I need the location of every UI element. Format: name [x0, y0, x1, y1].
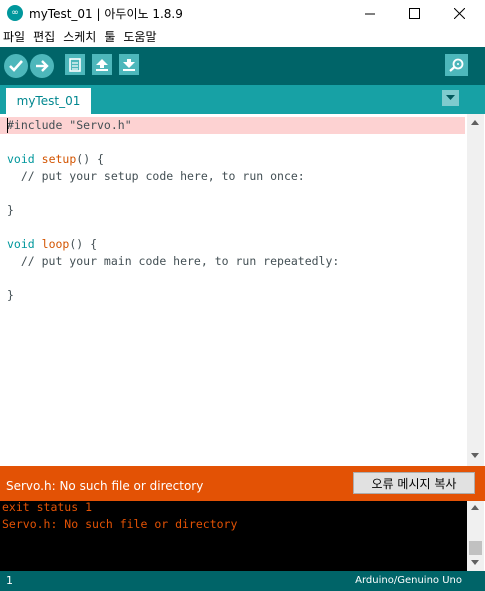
save-button[interactable]	[119, 54, 139, 75]
code-line-9: // put your main code here, to run repea…	[7, 254, 340, 268]
keyword: void	[7, 237, 35, 251]
code-line-4: // put your setup code here, to run once…	[7, 169, 305, 183]
maximize-icon	[408, 7, 420, 19]
toolbar	[0, 47, 485, 85]
menu-edit[interactable]: 편집	[30, 28, 60, 45]
status-bar: 1 Arduino/Genuino Uno	[0, 571, 485, 591]
maximize-button[interactable]	[391, 0, 437, 26]
title-bar: ∞ myTest_01 | 아두이노 1.8.9	[0, 0, 485, 26]
board-name: Arduino/Genuino Uno	[355, 575, 462, 586]
text-caret	[7, 118, 8, 133]
code-line-6: }	[7, 203, 14, 217]
keyword: void	[7, 152, 35, 166]
menu-sketch[interactable]: 스케치	[60, 28, 101, 45]
error-bar: Servo.h: No such file or directory 오류 메시…	[0, 466, 485, 501]
code-line-3: void setup() {	[7, 151, 104, 168]
console-line-2: Servo.h: No such file or directory	[2, 517, 238, 531]
function-name: setup	[41, 152, 77, 166]
menu-help[interactable]: 도움말	[120, 28, 161, 45]
copy-error-button[interactable]: 오류 메시지 복사	[353, 472, 475, 494]
code-text: () {	[76, 152, 104, 166]
tab-menu-button[interactable]	[442, 90, 459, 106]
chevron-down-icon	[446, 95, 455, 100]
arrow-up-icon	[96, 58, 108, 71]
editor-scrollbar[interactable]	[467, 114, 484, 466]
tab-mytest-01[interactable]: myTest_01	[6, 88, 91, 114]
minimize-icon	[364, 13, 375, 14]
code-line-8: void loop() {	[7, 236, 97, 253]
arrow-right-icon	[36, 60, 49, 72]
arrow-down-icon	[123, 58, 135, 71]
scroll-down-arrow-icon[interactable]	[471, 453, 479, 458]
scroll-up-arrow-icon[interactable]	[471, 505, 479, 510]
console-line-1: exit status 1	[2, 500, 93, 514]
line-number: 1	[6, 574, 13, 587]
console-output[interactable]: exit status 1 Servo.h: No such file or d…	[0, 500, 467, 571]
console-scrollbar[interactable]	[467, 501, 484, 571]
verify-button[interactable]	[4, 54, 28, 78]
close-icon	[453, 7, 465, 19]
code-text: () {	[69, 237, 98, 251]
arduino-logo-icon: ∞	[7, 5, 23, 21]
close-button[interactable]	[436, 0, 482, 26]
scroll-down-arrow-icon[interactable]	[471, 560, 479, 565]
minimize-button[interactable]	[347, 0, 393, 26]
new-sketch-button[interactable]	[65, 54, 85, 75]
new-file-icon	[69, 57, 81, 72]
serial-monitor-button[interactable]	[445, 54, 468, 76]
window-title: myTest_01 | 아두이노 1.8.9	[29, 7, 183, 21]
menu-file[interactable]: 파일	[0, 28, 30, 45]
checkmark-icon	[9, 60, 23, 72]
tab-bar: myTest_01	[0, 85, 485, 114]
code-line-11: }	[7, 288, 14, 302]
open-button[interactable]	[92, 54, 112, 75]
error-message: Servo.h: No such file or directory	[6, 479, 204, 493]
scroll-up-arrow-icon[interactable]	[471, 120, 479, 125]
code-line-1: #include "Servo.h"	[7, 118, 132, 132]
menu-bar: 파일 편집 스케치 툴 도움말	[0, 26, 485, 47]
code-editor[interactable]: #include "Servo.h" void setup() { // put…	[0, 114, 467, 466]
copy-error-label: 오류 메시지 복사	[371, 476, 457, 491]
magnifier-icon	[448, 58, 463, 72]
menu-tools[interactable]: 툴	[101, 28, 120, 45]
function-name: loop	[41, 237, 70, 251]
scroll-thumb[interactable]	[469, 541, 482, 555]
upload-button[interactable]	[30, 54, 54, 78]
tab-label: myTest_01	[16, 94, 81, 108]
